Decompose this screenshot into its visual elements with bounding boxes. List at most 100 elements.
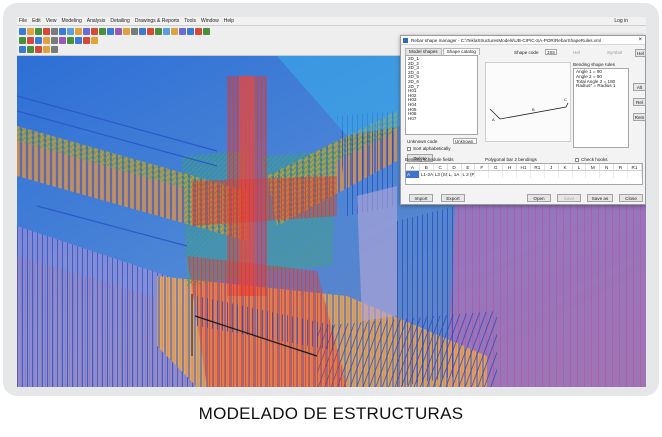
snap-point-icon[interactable]	[59, 37, 66, 44]
fields-label: Bending schedule fields	[405, 157, 454, 162]
table-cell[interactable]: A	[406, 171, 420, 178]
undo-icon[interactable]	[43, 28, 50, 35]
sort-alphabetically-checkbox[interactable]	[407, 147, 411, 151]
table-header-cell: B	[420, 164, 434, 170]
grid-icon[interactable]	[131, 28, 138, 35]
menu-detailing[interactable]: Detailing	[110, 17, 129, 26]
bending-rules-list[interactable]: Angle 1 = 90 Angle 2 = 90 Total Angle 2 …	[573, 68, 629, 148]
snap-free-icon[interactable]	[83, 37, 90, 44]
bolt-icon[interactable]	[163, 28, 170, 35]
clash-icon[interactable]	[147, 28, 154, 35]
menu-file[interactable]: File	[19, 17, 27, 26]
table-cell[interactable]	[545, 171, 559, 178]
rebar-icon[interactable]	[99, 28, 106, 35]
table-cell[interactable]	[475, 171, 490, 178]
menu-help[interactable]: Help	[224, 17, 234, 26]
tab-shape-catalog[interactable]: Shape catalog	[442, 48, 480, 55]
shape-catalog-list[interactable]: 2D_1 2D_2 2D_3 2D_4 2D_5 2D_6 2D_7 H01 H…	[405, 55, 478, 135]
sort-alphabetically-label: Sort alphabetically	[413, 146, 451, 151]
view-icon[interactable]	[83, 28, 90, 35]
snap-line-icon[interactable]	[51, 37, 58, 44]
table-header-cell: D	[448, 164, 462, 170]
table-cell[interactable]: L, 1A	[448, 171, 462, 178]
report-icon[interactable]	[179, 28, 186, 35]
table-cell[interactable]	[559, 171, 573, 178]
delete-icon[interactable]	[91, 28, 98, 35]
menu-edit[interactable]: Edit	[32, 17, 41, 26]
rotate-icon[interactable]	[203, 28, 210, 35]
save-button[interactable]: Save	[557, 194, 581, 202]
table-header-cell: M	[586, 164, 601, 170]
snap-nearest-icon[interactable]	[67, 37, 74, 44]
dialog-title-bar[interactable]: Rebar shape manager - C:\TeklaStructures…	[401, 36, 645, 45]
menu-analysis[interactable]: Analysis	[87, 17, 106, 26]
menu-tools[interactable]: Tools	[184, 17, 196, 26]
snap-ext-icon[interactable]	[91, 37, 98, 44]
drawing-icon[interactable]	[171, 28, 178, 35]
zoom-icon[interactable]	[187, 28, 194, 35]
clip-plane-icon[interactable]	[51, 46, 58, 53]
edit-rule-button[interactable]: Rel	[633, 98, 646, 106]
list-item[interactable]: Radius* = Radius 1	[576, 84, 626, 89]
snap-mid-icon[interactable]	[35, 37, 42, 44]
measure-icon[interactable]	[139, 28, 146, 35]
tekla-screenshot: File Edit View Modeling Analysis Detaili…	[17, 17, 646, 387]
table-cell[interactable]: L3 (SN)	[434, 171, 448, 178]
snap-end-icon[interactable]	[27, 37, 34, 44]
help-button[interactable]: Hel	[635, 49, 646, 57]
export-button[interactable]: Export	[441, 194, 465, 202]
filter-icon[interactable]	[19, 46, 26, 53]
weld-icon[interactable]	[155, 28, 162, 35]
remove-rule-button[interactable]: Rem	[633, 113, 646, 121]
column-icon[interactable]	[115, 28, 122, 35]
select-icon[interactable]	[59, 28, 66, 35]
close-icon[interactable]: ×	[638, 36, 642, 44]
table-cell[interactable]	[628, 171, 642, 178]
shape-code-field[interactable]: 3S5	[545, 49, 557, 55]
new-icon[interactable]	[19, 28, 26, 35]
add-rule-button[interactable]: Alt	[633, 83, 646, 91]
redo-icon[interactable]	[51, 28, 58, 35]
table-cell[interactable]	[531, 171, 545, 178]
login-link[interactable]: Log in	[614, 17, 628, 26]
table-cell[interactable]	[489, 171, 504, 178]
table-cell[interactable]	[586, 171, 601, 178]
table-cell[interactable]	[517, 171, 531, 178]
close-button[interactable]: Close	[619, 194, 643, 202]
tab-model-shapes[interactable]: Model shapes	[405, 48, 442, 55]
save-as-button[interactable]: Save as	[587, 194, 613, 202]
menu-modeling[interactable]: Modeling	[61, 17, 81, 26]
copy-icon[interactable]	[67, 28, 74, 35]
table-header-cell: R	[614, 164, 628, 170]
table-header-cell: F	[475, 164, 490, 170]
check-hooks-checkbox[interactable]	[575, 158, 579, 162]
table-row[interactable]: A L1-2A L3 (SN) L, 1A L 2 (P)	[406, 171, 642, 178]
snap-icon[interactable]	[19, 37, 26, 44]
snap-center-icon[interactable]	[43, 37, 50, 44]
move-icon[interactable]	[75, 28, 82, 35]
table-cell[interactable]: L 2 (P)	[462, 171, 476, 178]
unknown-code-field[interactable]: Unknown	[453, 138, 477, 144]
menu-view[interactable]: View	[46, 17, 57, 26]
save-icon[interactable]	[35, 28, 42, 35]
table-cell[interactable]	[573, 171, 587, 178]
table-cell[interactable]	[600, 171, 615, 178]
table-cell[interactable]	[503, 171, 517, 178]
pan-icon[interactable]	[195, 28, 202, 35]
open-icon[interactable]	[27, 28, 34, 35]
snap-perp-icon[interactable]	[75, 37, 82, 44]
table-cell[interactable]: L1-2A	[420, 171, 434, 178]
import-button[interactable]: Import	[409, 194, 433, 202]
menu-drawings-reports[interactable]: Drawings & Reports	[135, 17, 179, 26]
beam-icon[interactable]	[107, 28, 114, 35]
open-button[interactable]: Open	[527, 194, 551, 202]
list-item[interactable]: H07	[408, 116, 475, 122]
work-area-icon[interactable]	[43, 46, 50, 53]
menu-window[interactable]: Window	[201, 17, 219, 26]
bending-schedule-table[interactable]: A B C D E F G H H1 R1 J K L M N R R1 A L…	[405, 163, 643, 185]
shape-code-label: Shape code	[514, 50, 539, 55]
slab-icon[interactable]	[123, 28, 130, 35]
phase-icon[interactable]	[35, 46, 42, 53]
table-cell[interactable]	[614, 171, 628, 178]
layer-icon[interactable]	[27, 46, 34, 53]
